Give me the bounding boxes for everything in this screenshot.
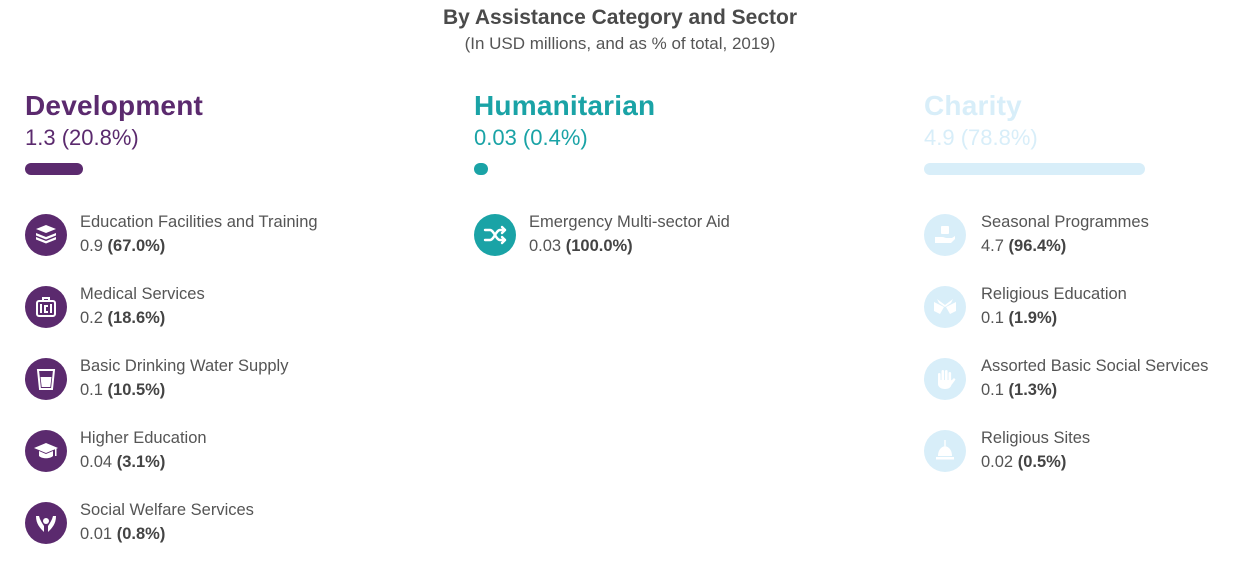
- item-value: 0.9: [80, 237, 103, 255]
- item-percent: (67.0%): [107, 237, 166, 255]
- chart-header: By Assistance Category and Sector (In US…: [0, 4, 1240, 56]
- category-value: 4.9 (78.8%): [924, 125, 1038, 150]
- item-percent: (100.0%): [565, 237, 633, 255]
- item-value: 0.1: [80, 381, 103, 399]
- water-glass-icon: [25, 358, 67, 400]
- item-value: 0.01: [80, 525, 113, 543]
- list-item: Medical Services 0.2 (18.6%): [25, 282, 345, 354]
- dome-icon: [924, 430, 966, 472]
- giving-hand-icon: [924, 214, 966, 256]
- item-name: Religious Sites: [981, 429, 1091, 447]
- category-bar-track: [924, 163, 1204, 177]
- graduation-cap-icon: [25, 430, 67, 472]
- category-bar-track: [474, 163, 754, 177]
- item-percent: (0.5%): [1017, 453, 1067, 471]
- item-name: Emergency Multi-sector Aid: [529, 213, 730, 231]
- item-value: 0.2: [80, 309, 103, 327]
- list-item: Basic Drinking Water Supply 0.1 (10.5%): [25, 354, 345, 426]
- item-percent: (3.1%): [116, 453, 166, 471]
- list-item: Assorted Basic Social Services 0.1 (1.3%…: [924, 354, 1240, 426]
- item-percent: (18.6%): [107, 309, 166, 327]
- item-value: 4.7: [981, 237, 1004, 255]
- open-book-icon: [924, 286, 966, 328]
- item-name: Education Facilities and Training: [80, 213, 318, 231]
- category-bar: [924, 163, 1145, 175]
- item-name: Medical Services: [80, 285, 205, 303]
- category-value: 1.3 (20.8%): [25, 125, 139, 150]
- item-percent: (10.5%): [107, 381, 166, 399]
- item-name: Seasonal Programmes: [981, 213, 1149, 231]
- category-bar: [25, 163, 84, 175]
- caring-hands-icon: [25, 502, 67, 544]
- list-item: Education Facilities and Training 0.9 (6…: [25, 210, 345, 282]
- chart-subtitle: (In USD millions, and as % of total, 201…: [464, 34, 776, 53]
- list-item: Higher Education 0.04 (3.1%): [25, 426, 345, 498]
- category-bar: [474, 163, 488, 175]
- category-charity: Charity 4.9 (78.8%) Seasonal Programmes …: [924, 88, 1240, 498]
- list-item: Seasonal Programmes 4.7 (96.4%): [924, 210, 1240, 282]
- list-item: Social Welfare Services 0.01 (0.8%): [25, 498, 345, 570]
- list-item: Religious Education 0.1 (1.9%): [924, 282, 1240, 354]
- item-value: 0.1: [981, 309, 1004, 327]
- category-development: Development 1.3 (20.8%) Education Facili…: [25, 88, 345, 570]
- books-icon: [25, 214, 67, 256]
- item-percent: (0.8%): [116, 525, 166, 543]
- item-name: Assorted Basic Social Services: [981, 357, 1209, 375]
- item-value: 0.03: [529, 237, 562, 255]
- category-name: Development: [25, 90, 204, 121]
- list-item: Religious Sites 0.02 (0.5%): [924, 426, 1240, 498]
- list-item: Emergency Multi-sector Aid 0.03 (100.0%): [474, 210, 794, 282]
- category-value: 0.03 (0.4%): [474, 125, 588, 150]
- chart-title: By Assistance Category and Sector: [442, 6, 798, 29]
- crossing-arrows-icon: [474, 214, 516, 256]
- category-name: Humanitarian: [474, 90, 656, 121]
- item-value: 0.1: [981, 381, 1004, 399]
- item-value: 0.02: [981, 453, 1014, 471]
- category-humanitarian: Humanitarian 0.03 (0.4%) Emergency Multi…: [474, 88, 794, 282]
- item-name: Religious Education: [981, 285, 1127, 303]
- category-bar-track: [25, 163, 305, 177]
- item-name: Higher Education: [80, 429, 207, 447]
- medical-bag-icon: [25, 286, 67, 328]
- item-value: 0.04: [80, 453, 113, 471]
- item-percent: (1.3%): [1008, 381, 1058, 399]
- item-percent: (96.4%): [1008, 237, 1067, 255]
- hand-icon: [924, 358, 966, 400]
- item-name: Basic Drinking Water Supply: [80, 357, 289, 375]
- category-name: Charity: [924, 90, 1022, 121]
- item-percent: (1.9%): [1008, 309, 1058, 327]
- item-name: Social Welfare Services: [80, 501, 254, 519]
